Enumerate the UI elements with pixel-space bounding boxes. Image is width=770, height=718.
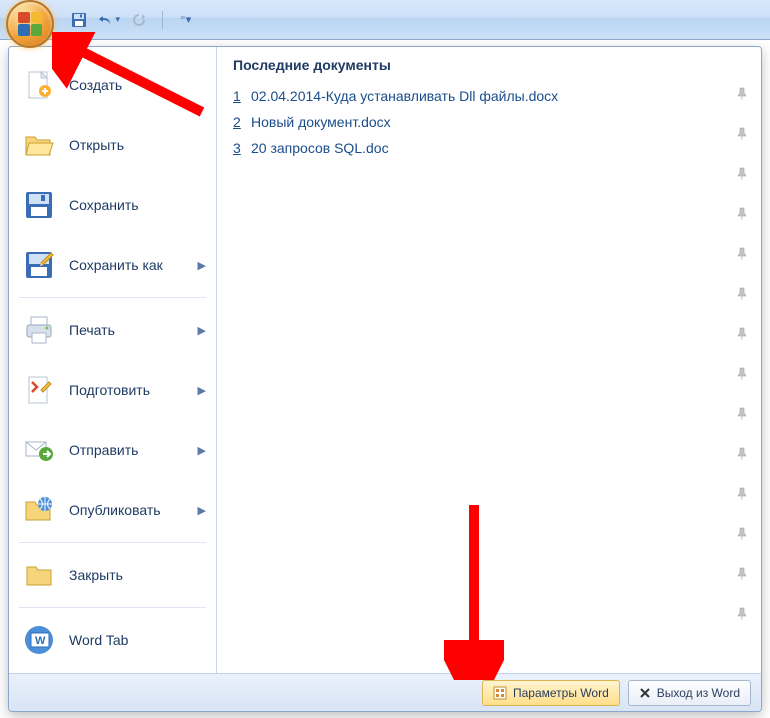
menu-item-save-as[interactable]: Сохранить как ▶ — [9, 235, 216, 295]
publish-icon — [21, 492, 57, 528]
pin-icon[interactable] — [735, 207, 749, 221]
new-document-icon — [21, 67, 57, 103]
chevron-right-icon: ▶ — [198, 444, 206, 457]
menu-item-print[interactable]: Печать ▶ — [9, 300, 216, 360]
recent-num: 2 — [233, 114, 251, 130]
recent-document-item[interactable]: 1 02.04.2014-Куда устанавливать Dll файл… — [233, 83, 745, 109]
pin-icon[interactable] — [735, 367, 749, 381]
menu-label: Закрыть — [69, 567, 123, 583]
office-menu-bottom-bar: Параметры Word Выход из Word — [9, 673, 761, 711]
exit-word-label: Выход из Word — [657, 686, 740, 700]
recent-document-item[interactable]: 2 Новый документ.docx — [233, 109, 745, 135]
menu-label: Сохранить — [69, 197, 139, 213]
pin-icon[interactable] — [735, 247, 749, 261]
floppy-icon — [71, 12, 87, 28]
word-options-label: Параметры Word — [513, 686, 609, 700]
recent-document-item[interactable]: 3 20 запросов SQL.doc — [233, 135, 745, 161]
pin-icon[interactable] — [735, 87, 749, 101]
menu-label: Создать — [69, 77, 122, 93]
menu-item-word-tab[interactable]: W Word Tab — [9, 610, 216, 670]
menu-item-prepare[interactable]: Подготовить ▶ — [9, 360, 216, 420]
menu-label: Печать — [69, 322, 115, 338]
office-button[interactable] — [6, 0, 54, 48]
close-x-icon — [639, 687, 651, 699]
pin-icon[interactable] — [735, 487, 749, 501]
menu-label: Опубликовать — [69, 502, 161, 518]
chevron-right-icon: ▶ — [198, 324, 206, 337]
word-tab-icon: W — [21, 622, 57, 658]
recent-num: 1 — [233, 88, 251, 104]
exit-word-button[interactable]: Выход из Word — [628, 680, 751, 706]
office-logo-icon — [18, 12, 42, 36]
pin-icon[interactable] — [735, 607, 749, 621]
chevron-right-icon: ▶ — [198, 259, 206, 272]
open-folder-icon — [21, 127, 57, 163]
close-folder-icon — [21, 557, 57, 593]
redo-icon — [131, 13, 147, 27]
chevron-down-icon: ▾ — [115, 14, 120, 25]
svg-text:W: W — [35, 635, 46, 647]
send-icon — [21, 432, 57, 468]
recent-name: Новый документ.docx — [251, 114, 745, 130]
chevron-right-icon: ▶ — [198, 504, 206, 517]
qat-redo-button[interactable] — [128, 9, 150, 31]
menu-label: Открыть — [69, 137, 124, 153]
recent-documents-title: Последние документы — [233, 57, 745, 73]
menu-label: Сохранить как — [69, 257, 163, 273]
recent-num: 3 — [233, 140, 251, 156]
print-icon — [21, 312, 57, 348]
office-menu-panel: Создать Открыть Сохранить Сохранить как — [8, 46, 762, 712]
options-icon — [493, 686, 507, 700]
recent-name: 20 запросов SQL.doc — [251, 140, 745, 156]
quick-access-toolbar: ▾ ⁼▾ — [0, 0, 770, 40]
menu-item-publish[interactable]: Опубликовать ▶ — [9, 480, 216, 540]
menu-label: Отправить — [69, 442, 138, 458]
word-options-button[interactable]: Параметры Word — [482, 680, 620, 706]
save-as-icon — [21, 247, 57, 283]
pin-icon[interactable] — [735, 167, 749, 181]
menu-item-close[interactable]: Закрыть — [9, 545, 216, 605]
pin-icon[interactable] — [735, 407, 749, 421]
menu-item-send[interactable]: Отправить ▶ — [9, 420, 216, 480]
pin-icon[interactable] — [735, 287, 749, 301]
menu-label: Подготовить — [69, 382, 150, 398]
qat-undo-button[interactable]: ▾ — [98, 9, 120, 31]
prepare-icon — [21, 372, 57, 408]
save-icon — [21, 187, 57, 223]
menu-item-open[interactable]: Открыть — [9, 115, 216, 175]
menu-label: Word Tab — [69, 632, 128, 648]
qat-save-button[interactable] — [68, 9, 90, 31]
chevron-right-icon: ▶ — [198, 384, 206, 397]
recent-documents-panel: Последние документы 1 02.04.2014-Куда ус… — [217, 47, 761, 673]
menu-item-new[interactable]: Создать — [9, 55, 216, 115]
recent-name: 02.04.2014-Куда устанавливать Dll файлы.… — [251, 88, 745, 104]
office-menu-left: Создать Открыть Сохранить Сохранить как — [9, 47, 217, 673]
undo-icon — [98, 13, 113, 27]
menu-item-save[interactable]: Сохранить — [9, 175, 216, 235]
pin-icon[interactable] — [735, 127, 749, 141]
pin-icon[interactable] — [735, 567, 749, 581]
pin-icon[interactable] — [735, 327, 749, 341]
pin-icon[interactable] — [735, 527, 749, 541]
qat-customize-dropdown[interactable]: ⁼▾ — [177, 10, 194, 29]
pin-icon[interactable] — [735, 447, 749, 461]
